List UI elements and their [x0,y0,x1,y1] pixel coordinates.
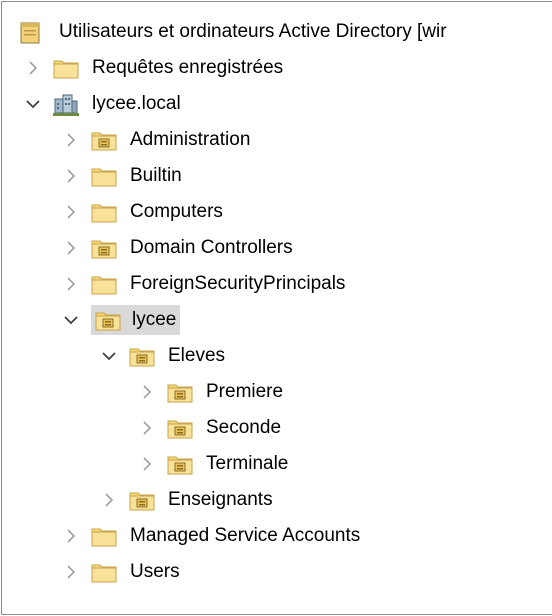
tree-item-terminale[interactable]: Terminale [138,448,292,480]
tree-item-label: Managed Service Accounts [130,525,361,546]
tree-item-label: Users [130,561,180,582]
tree-item-label: lycee.local [92,93,181,114]
ad-snapin-icon [18,21,44,44]
ou-icon [167,417,193,439]
ou-icon [167,381,193,403]
chevron-right-icon[interactable] [138,455,156,473]
tree-item-label: Seconde [206,417,282,438]
folder-icon [91,525,117,547]
tree-item-enseignants[interactable]: Enseignants [100,484,277,516]
chevron-right-icon[interactable] [62,167,80,185]
tree-item-label: Administration [130,129,251,150]
tree-item-label: ForeignSecurityPrincipals [130,273,346,294]
tree-item-foreign-security-principals[interactable]: ForeignSecurityPrincipals [62,268,349,300]
chevron-right-icon[interactable] [62,527,80,545]
ou-icon [91,129,117,151]
chevron-down-icon[interactable] [62,311,80,329]
tree-item-eleves[interactable]: Eleves [100,340,229,372]
tree-item-saved-queries[interactable]: Requêtes enregistrées [24,52,287,84]
tree-item-label: lycee [132,309,177,330]
chevron-right-icon[interactable] [138,383,156,401]
tree-item-label: Enseignants [168,489,273,510]
tree-item-seconde[interactable]: Seconde [138,412,285,444]
tree-root[interactable]: Utilisateurs et ordinateurs Active Direc… [18,16,451,48]
domain-icon [53,93,79,116]
tree-item-label: Eleves [168,345,226,366]
tree-item-users[interactable]: Users [62,556,184,588]
tree-item-builtin[interactable]: Builtin [62,160,186,192]
chevron-right-icon[interactable] [138,419,156,437]
tree-item-label: Premiere [206,381,284,402]
tree-item-label: Domain Controllers [130,237,293,258]
folder-icon [91,561,117,583]
tree-item-domain-controllers[interactable]: Domain Controllers [62,232,297,264]
chevron-right-icon[interactable] [100,491,118,509]
folder-icon [91,201,117,223]
tree-item-label: Requêtes enregistrées [92,57,284,78]
tree-root-label: Utilisateurs et ordinateurs Active Direc… [59,21,447,42]
folder-icon [91,165,117,187]
ou-icon [129,489,155,511]
tree-item-premiere[interactable]: Premiere [138,376,287,408]
tree-item-administration[interactable]: Administration [62,124,254,156]
tree-item-domain[interactable]: lycee.local [24,88,185,120]
folder-icon [91,273,117,295]
ou-icon [129,345,155,367]
tree-item-label: Terminale [206,453,289,474]
ou-icon [167,453,193,475]
chevron-down-icon[interactable] [24,95,42,113]
ad-console-tree: Utilisateurs et ordinateurs Active Direc… [0,0,552,616]
ou-icon [91,237,117,259]
tree-item-computers[interactable]: Computers [62,196,227,228]
chevron-down-icon[interactable] [100,347,118,365]
tree-item-lycee[interactable]: lycee [62,304,181,336]
chevron-right-icon[interactable] [62,131,80,149]
chevron-right-icon[interactable] [62,239,80,257]
chevron-right-icon[interactable] [62,563,80,581]
chevron-right-icon[interactable] [24,59,42,77]
tree-item-managed-service-accounts[interactable]: Managed Service Accounts [62,520,364,552]
chevron-right-icon[interactable] [62,203,80,221]
ou-icon [95,309,121,331]
selection-highlight: lycee [91,305,181,335]
folder-icon [53,57,79,79]
chevron-right-icon[interactable] [62,275,80,293]
tree-item-label: Computers [130,201,223,222]
tree-item-label: Builtin [130,165,182,186]
